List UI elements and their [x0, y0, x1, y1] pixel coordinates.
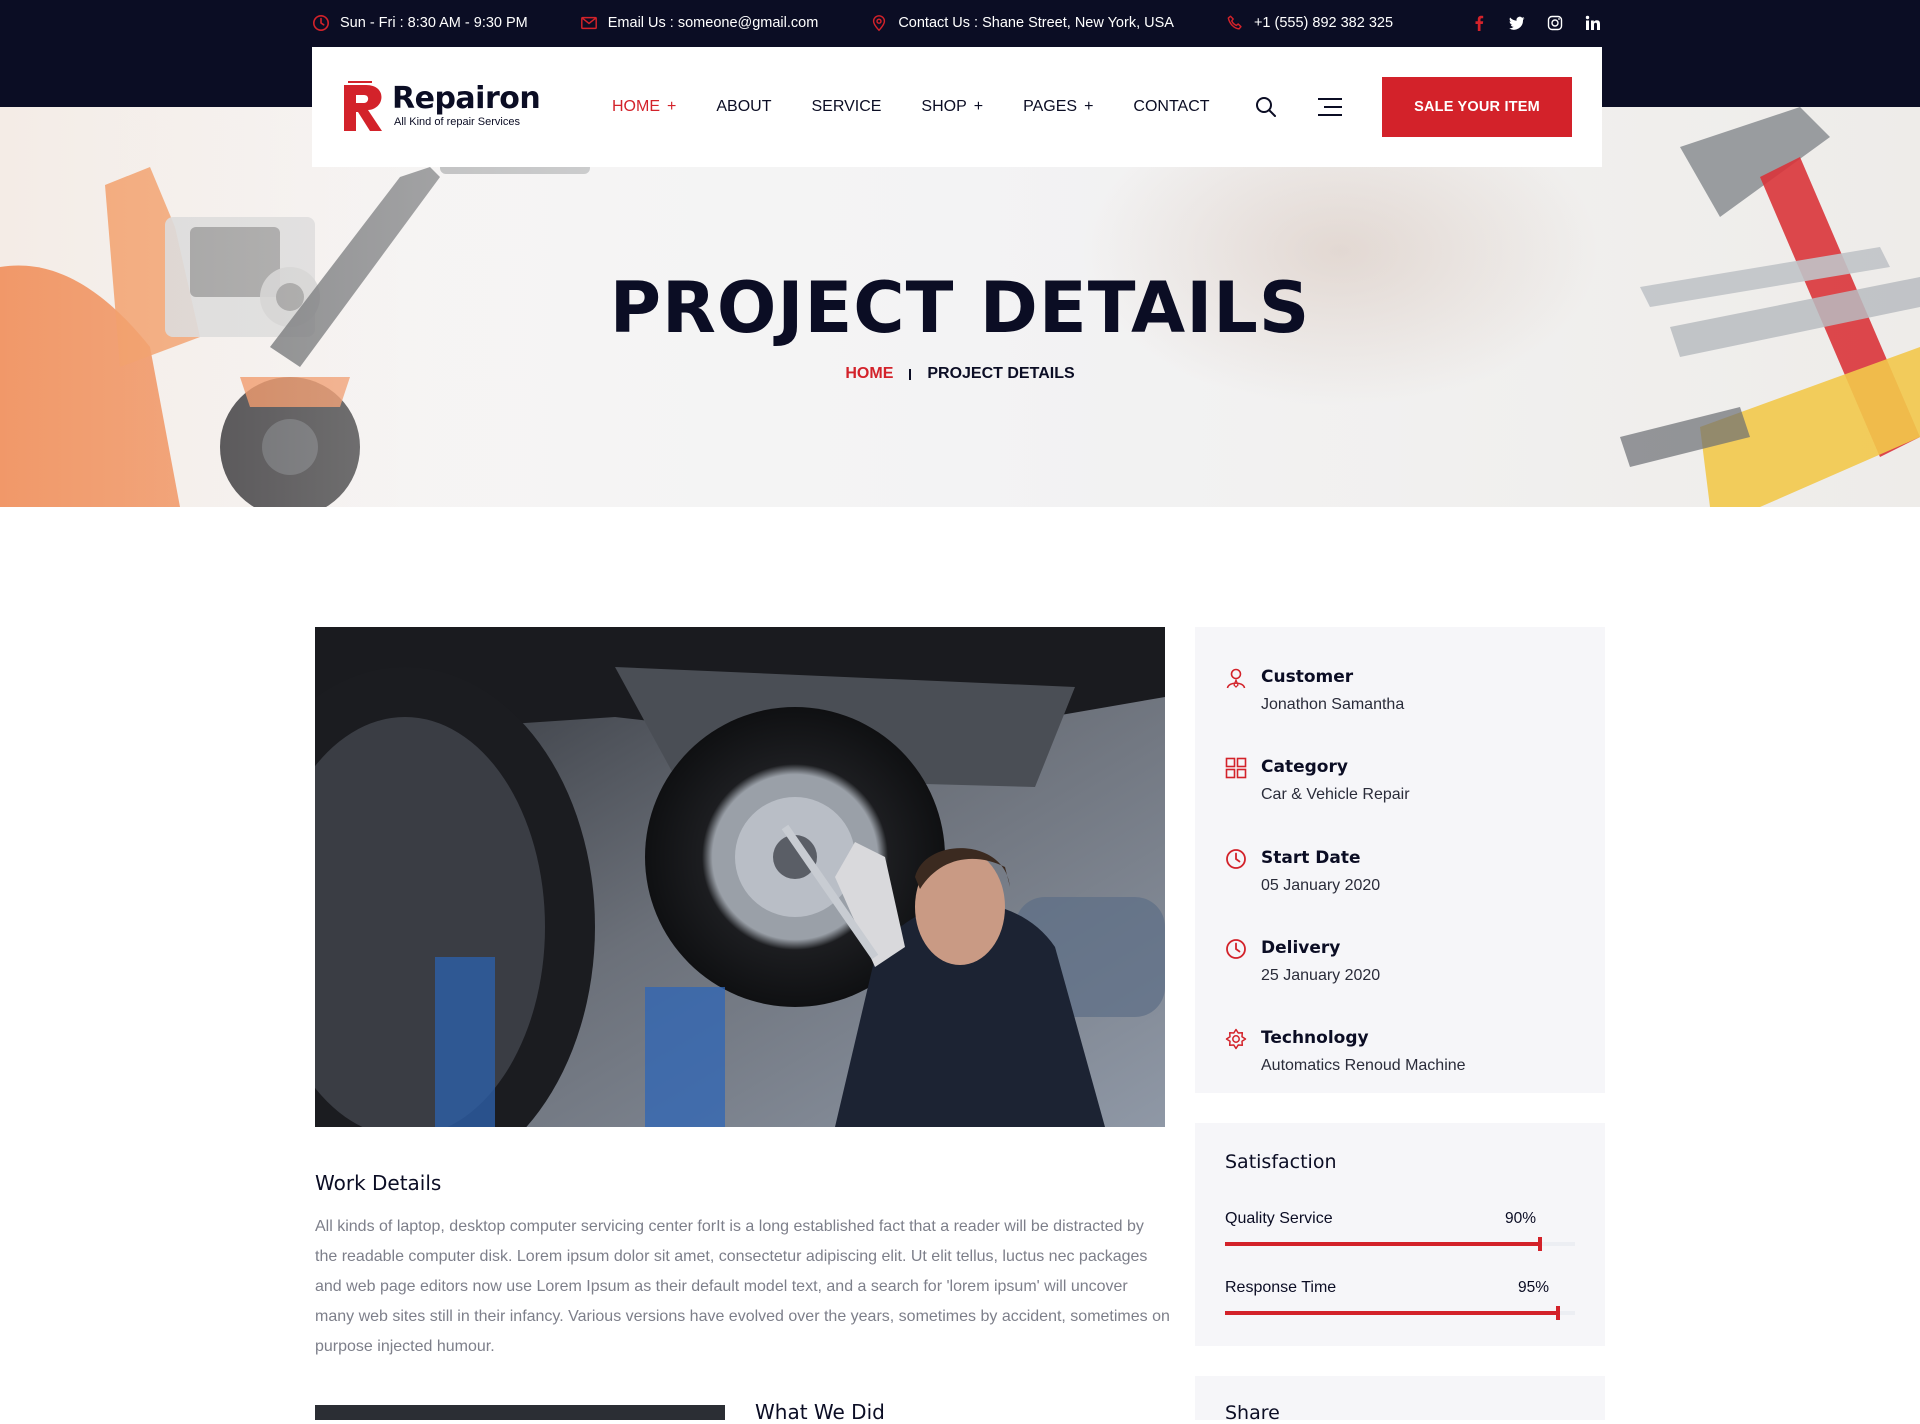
info-label: Technology	[1261, 1028, 1369, 1048]
hamburger-menu-icon[interactable]	[1316, 95, 1344, 119]
info-label: Start Date	[1261, 848, 1361, 868]
nav-item-shop[interactable]: SHOP +	[921, 98, 983, 116]
satisfaction-title: Satisfaction	[1225, 1151, 1337, 1173]
site-logo[interactable]: Repairon All Kind of repair Services	[342, 81, 542, 137]
main-nav: HOME + ABOUT SERVICE SHOP + PAGES + CONT…	[612, 47, 1250, 167]
info-label: Category	[1261, 757, 1348, 777]
facebook-icon[interactable]	[1470, 14, 1488, 32]
clock-icon	[1226, 939, 1246, 959]
search-icon[interactable]	[1254, 95, 1278, 119]
mechanic-photo	[315, 627, 1165, 1127]
info-label: Customer	[1261, 667, 1354, 687]
progress-percent: 95%	[1518, 1279, 1550, 1296]
info-value: 25 January 2020	[1261, 967, 1381, 984]
page-title: PROJECT DETAILS	[609, 267, 1311, 349]
satisfaction-card: Satisfaction Quality Service 90% Respons…	[1195, 1123, 1605, 1346]
grid-icon	[1225, 757, 1247, 779]
email-info[interactable]: Email Us : someone@gmail.com	[580, 14, 819, 32]
plus-icon: +	[1084, 98, 1094, 115]
envelope-icon	[580, 16, 597, 30]
address-text: Contact Us : Shane Street, New York, USA	[898, 15, 1174, 31]
breadcrumb-current: PROJECT DETAILS	[927, 365, 1075, 382]
work-details-text: All kinds of laptop, desktop computer se…	[315, 1218, 1170, 1355]
progress-percent: 90%	[1505, 1210, 1537, 1227]
nav-item-label: CONTACT	[1133, 98, 1210, 115]
progress-knob	[1538, 1237, 1542, 1251]
share-card: Share	[1195, 1376, 1605, 1420]
clock-icon	[1226, 849, 1246, 869]
nav-item-label: HOME	[612, 98, 660, 115]
work-details-title: Work Details	[315, 1171, 442, 1195]
linkedin-icon[interactable]	[1584, 14, 1602, 32]
social-links	[1470, 14, 1602, 32]
clock-icon	[312, 14, 330, 32]
hours-text: Sun - Fri : 8:30 AM - 9:30 PM	[340, 15, 528, 31]
email-text[interactable]: Email Us : someone@gmail.com	[608, 15, 819, 31]
progress-track	[1225, 1306, 1575, 1320]
progress-label: Quality Service	[1225, 1210, 1333, 1227]
user-icon	[1226, 668, 1246, 689]
top-bar-contacts: Sun - Fri : 8:30 AM - 9:30 PM Email Us :…	[312, 0, 1602, 46]
info-label: Delivery	[1261, 938, 1341, 958]
hours-info: Sun - Fri : 8:30 AM - 9:30 PM	[312, 14, 528, 32]
phone-text[interactable]: +1 (555) 892 382 325	[1254, 15, 1393, 31]
nav-item-label: SHOP	[921, 98, 967, 115]
nav-item-label: ABOUT	[716, 98, 772, 115]
breadcrumb-home-link[interactable]: HOME	[845, 365, 893, 383]
logo-name: Repairon	[392, 81, 541, 116]
phone-info[interactable]: +1 (555) 892 382 325	[1226, 14, 1393, 32]
progress-fill	[1225, 1242, 1540, 1246]
project-main-image	[315, 627, 1165, 1127]
nav-item-about[interactable]: ABOUT	[716, 98, 771, 116]
main-header: Repairon All Kind of repair Services HOM…	[312, 47, 1602, 167]
logo-mark-icon	[344, 81, 382, 131]
progress-knob	[1556, 1306, 1560, 1320]
what-we-did-image	[315, 1405, 725, 1420]
nav-item-label: SERVICE	[811, 98, 882, 115]
info-value: Automatics Renoud Machine	[1261, 1057, 1466, 1074]
instagram-icon[interactable]	[1546, 14, 1564, 32]
nav-item-home[interactable]: HOME +	[612, 98, 676, 116]
map-pin-icon	[873, 15, 886, 32]
share-title: Share	[1225, 1402, 1280, 1420]
breadcrumb-separator	[909, 368, 912, 380]
nav-item-label: PAGES	[1023, 98, 1078, 115]
plus-icon: +	[667, 98, 677, 115]
breadcrumb: HOME PROJECT DETAILS	[0, 365, 1920, 383]
logo-tagline: All Kind of repair Services	[394, 116, 520, 128]
progress-label: Response Time	[1225, 1279, 1337, 1296]
nav-item-contact[interactable]: CONTACT	[1133, 98, 1209, 116]
info-value: 05 January 2020	[1261, 877, 1381, 894]
info-value: Jonathon Samantha	[1261, 696, 1405, 713]
twitter-icon[interactable]	[1508, 14, 1526, 32]
nav-item-pages[interactable]: PAGES +	[1023, 98, 1093, 116]
address-info: Contact Us : Shane Street, New York, USA	[870, 14, 1174, 32]
what-we-did-title: What We Did	[755, 1400, 885, 1424]
page-hero: PROJECT DETAILS HOME PROJECT DETAILS	[0, 107, 1920, 507]
gear-icon	[1225, 1028, 1247, 1050]
phone-icon	[1227, 15, 1242, 30]
nav-item-service[interactable]: SERVICE	[811, 98, 881, 116]
progress-track	[1225, 1237, 1575, 1251]
plus-icon: +	[973, 98, 984, 115]
sale-your-item-button[interactable]: SALE YOUR ITEM	[1382, 77, 1572, 137]
project-info-card: Customer Jonathon Samantha Category Car …	[1195, 627, 1605, 1093]
info-value: Car & Vehicle Repair	[1261, 786, 1410, 803]
progress-fill	[1225, 1311, 1558, 1315]
